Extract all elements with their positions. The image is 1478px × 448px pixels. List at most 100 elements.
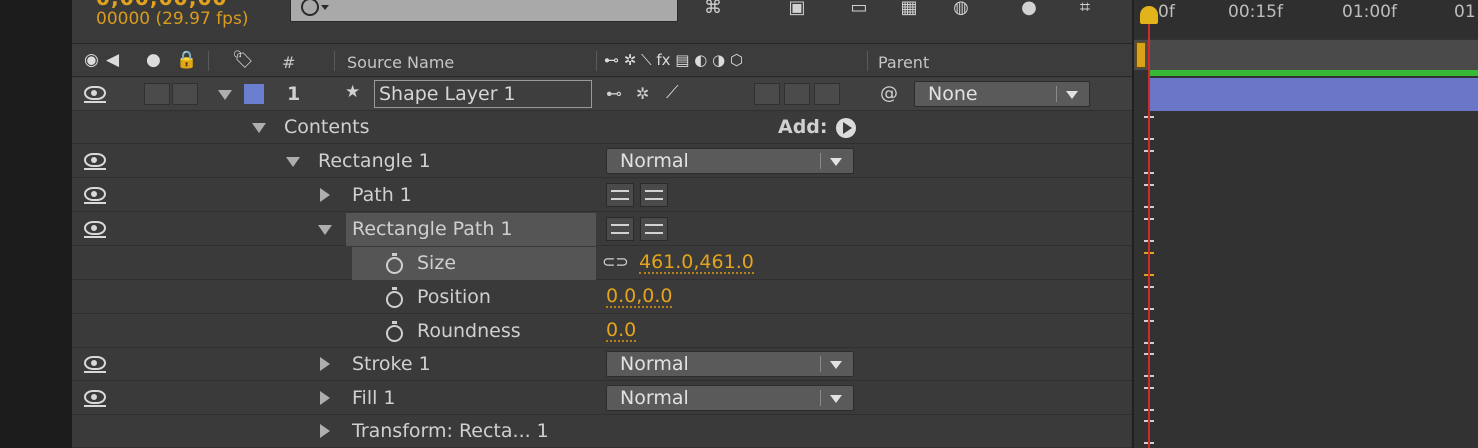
pickwhip-icon[interactable]: @ [880,83,898,104]
fill-blend-dropdown[interactable]: Normal [606,385,854,411]
expand-contents-icon[interactable] [252,123,266,133]
fill-blend-value: Normal [620,387,689,409]
stroke-blend-dropdown[interactable]: Normal [606,351,854,377]
expand-stroke-icon[interactable] [320,357,330,371]
stopwatch-icon[interactable] [386,321,403,342]
size-label: Size [417,252,457,274]
adjustment-toggle[interactable] [784,83,810,105]
playhead-line[interactable] [1148,22,1150,448]
work-area-bar[interactable] [1134,40,1478,70]
blend-mode-value: Normal [620,150,689,172]
size-value[interactable]: 461.0,461.0 [639,252,754,274]
switches-icons: ⊷ ✲ ⟍ fx ▤ ◐ ◑ ⬡ [604,51,744,69]
stroke-blend-value: Normal [620,353,689,375]
3d-cube-icon[interactable]: ▣ [784,0,810,18]
path-direction-button[interactable] [606,217,634,241]
visibility-eye-icon[interactable] [84,221,106,238]
motion-blur-icon[interactable]: ◍ [948,0,974,18]
path-direction-button[interactable] [606,183,634,207]
parent-value: None [928,83,978,105]
layer-index: 1 [287,83,301,105]
column-header: ◉ ◀ ● 🔒 🏷 # Source Name ⊷ ✲ ⟍ fx ▤ ◐ ◑ ⬡… [72,43,1132,77]
expand-fill-icon[interactable] [320,391,330,405]
fps-readout: 00000 (29.97 fps) [96,9,249,29]
transform-label: Transform: Recta... 1 [352,420,549,442]
source-name-column-header[interactable]: Source Name [347,53,454,72]
stroke-label: Stroke 1 [352,353,431,375]
visibility-eye-icon[interactable] [84,356,106,373]
expand-rectangle-icon[interactable] [286,157,300,167]
path-label: Path 1 [352,184,412,206]
quality-switch-icon[interactable]: ⟋ [666,82,679,103]
parent-dropdown-divider [1056,86,1057,102]
blend-mode-divider [820,153,821,169]
fill-blend-divider [820,390,821,406]
after-effects-timeline-panel: 0;00;00;00 00000 (29.97 fps) ⌘ ▣ ▭ ▦ ◍ ●… [0,0,1478,448]
path-row[interactable]: Path 1 [72,179,1132,212]
work-area-start-handle[interactable] [1136,42,1146,68]
expand-path-icon[interactable] [320,188,330,202]
layer-name-field[interactable]: Shape Layer 1 [374,80,592,108]
layer-duration-bar[interactable] [1148,78,1478,111]
stopwatch-icon[interactable] [386,253,403,274]
audio-toggle[interactable] [144,83,170,105]
render-bar [1148,70,1478,76]
solo-toggle[interactable] [172,83,198,105]
transform-row[interactable]: Transform: Recta... 1 [72,415,1132,448]
parent-dropdown[interactable]: None [914,81,1090,107]
search-dropdown-icon[interactable] [321,5,329,10]
path-direction-reverse-button[interactable] [640,217,668,241]
layer-icon[interactable]: ▭ [846,0,872,18]
brainstorm-icon[interactable]: ● [1016,0,1042,18]
rectangle-path-label: Rectangle Path 1 [352,218,513,240]
expand-layer-icon[interactable] [218,90,232,100]
time-ruler[interactable]: 0f 00:15f 01:00f 01 [1134,0,1478,38]
fill-label: Fill 1 [352,387,396,409]
layer-search-input[interactable] [290,0,678,22]
size-property-row[interactable]: Size ⊂⊃ 461.0,461.0 [72,247,1132,280]
expand-transform-icon[interactable] [320,424,330,438]
ruler-tick-label: 01 [1454,2,1476,22]
index-column-header: # [282,53,296,72]
expand-rect-path-icon[interactable] [318,225,332,235]
roundness-value[interactable]: 0.0 [606,320,637,342]
roundness-label: Roundness [417,320,521,342]
3d-toggle[interactable] [814,83,840,105]
motion-blur-toggle[interactable] [754,83,780,105]
contents-label: Contents [284,116,370,138]
blend-mode-dropdown[interactable]: Normal [606,148,854,174]
layer-label-color[interactable] [244,84,264,104]
stroke-row[interactable]: Stroke 1 Normal [72,348,1132,381]
fill-row[interactable]: Fill 1 Normal [72,382,1132,415]
timeline-area[interactable]: 0f 00:15f 01:00f 01 [1132,0,1478,448]
graph-editor-icon[interactable]: ⌗ [1072,0,1098,18]
collapse-switch-icon[interactable]: ✲ [636,84,649,103]
position-value[interactable]: 0.0,0.0 [606,286,673,308]
visibility-eye-icon[interactable] [84,187,106,204]
audio-icon: ◀ [106,50,120,70]
search-icon [301,0,319,16]
shy-switch-icon[interactable]: ⊷ [606,84,622,103]
stopwatch-icon[interactable] [386,287,403,308]
chevron-down-icon [830,361,842,369]
chevron-down-icon [1066,91,1078,99]
layer-row[interactable]: 1 ★ Shape Layer 1 ⊷ ✲ ⟋ @ None [72,78,1132,111]
rectangle-group-row[interactable]: Rectangle 1 Normal [72,145,1132,178]
visibility-eye-icon[interactable] [84,153,106,170]
position-property-row[interactable]: Position 0.0,0.0 [72,281,1132,314]
layer-name: Shape Layer 1 [379,83,516,105]
add-label: Add: [778,116,828,138]
add-button[interactable] [836,118,856,138]
constrain-proportions-icon[interactable]: ⊂⊃ [602,252,629,271]
rectangle-path-row[interactable]: Rectangle Path 1 [72,213,1132,246]
playhead-handle[interactable] [1140,6,1158,24]
roundness-property-row[interactable]: Roundness 0.0 [72,315,1132,348]
comp-flowchart-icon[interactable]: ⌘ [700,0,726,18]
visibility-eye-icon[interactable] [84,86,106,103]
label-tag-icon: 🏷 [232,50,254,70]
path-direction-reverse-button[interactable] [640,183,668,207]
parent-column-header: Parent [878,53,930,72]
frame-blend-icon[interactable]: ▦ [896,0,922,18]
visibility-eye-icon[interactable] [84,390,106,407]
contents-row[interactable]: Contents Add: [72,111,1132,144]
